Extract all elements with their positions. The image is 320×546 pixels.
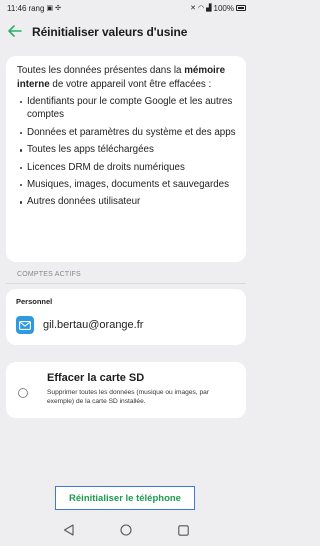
image-notification-icon: ▣ bbox=[46, 4, 54, 12]
reset-phone-button[interactable]: Réinitialiser le téléphone bbox=[55, 486, 195, 510]
status-time: 11:46 bbox=[7, 3, 27, 13]
back-arrow-icon[interactable] bbox=[8, 24, 22, 40]
battery-percent: 100% bbox=[213, 3, 234, 13]
intro-text-1: Toutes les données présentes dans la bbox=[17, 65, 185, 76]
mute-icon: ✕ bbox=[190, 4, 197, 12]
sd-card-text: Effacer la carte SD Supprimer toutes les… bbox=[38, 372, 234, 418]
nav-recent-apps-icon[interactable] bbox=[178, 523, 189, 541]
account-email: gil.bertau@orange.fr bbox=[43, 319, 144, 331]
list-item: Musiques, images, documents et sauvegard… bbox=[17, 178, 236, 191]
section-divider bbox=[6, 283, 246, 284]
wifi-icon: ◠ bbox=[198, 4, 205, 12]
status-bar-left: 11:46 rang ▣ ✣ bbox=[7, 4, 61, 13]
list-item: Données et paramètres du système et des … bbox=[17, 126, 236, 139]
nav-back-icon[interactable] bbox=[63, 523, 74, 541]
intro-text-2: de votre appareil vont être effacées : bbox=[49, 78, 212, 90]
nav-home-icon[interactable] bbox=[120, 523, 132, 541]
email-app-icon bbox=[16, 316, 34, 334]
list-item: Identifiants pour le compte Google et le… bbox=[17, 95, 236, 122]
page-title: Réinitialiser valeurs d'usine bbox=[32, 25, 188, 39]
sync-notification-icon: ✣ bbox=[55, 4, 61, 12]
data-list: Identifiants pour le compte Google et le… bbox=[17, 95, 236, 209]
battery-icon bbox=[236, 5, 246, 11]
status-bar-right: ✕ ◠ ▟ 100% bbox=[190, 4, 246, 13]
list-item: Licences DRM de droits numériques bbox=[17, 161, 236, 174]
warning-intro: Toutes les données présentes dans la mém… bbox=[17, 64, 236, 91]
list-item: Autres données utilisateur bbox=[17, 195, 236, 208]
account-row: gil.bertau@orange.fr bbox=[16, 316, 236, 334]
navigation-bar bbox=[0, 518, 252, 546]
status-bar: 11:46 rang ▣ ✣ ✕ ◠ ▟ 100% bbox=[0, 0, 252, 16]
warning-card: Toutes les données présentes dans la mém… bbox=[6, 56, 246, 262]
list-item: Toutes les apps téléchargées bbox=[17, 143, 236, 156]
sd-card-description: Supprimer toutes les données (musique ou… bbox=[47, 389, 210, 405]
account-type-label: Personnel bbox=[16, 297, 53, 306]
sd-card-title: Effacer la carte SD bbox=[47, 372, 145, 384]
carrier-text: rang bbox=[28, 3, 45, 13]
signal-icon: ▟ bbox=[206, 4, 212, 12]
accounts-section-label: COMPTES ACTIFS bbox=[17, 271, 81, 278]
app-bar: Réinitialiser valeurs d'usine bbox=[0, 18, 252, 46]
sd-card-option[interactable]: Effacer la carte SD Supprimer toutes les… bbox=[6, 362, 246, 418]
sd-card-radio[interactable] bbox=[18, 388, 28, 398]
account-card: Personnel gil.bertau@orange.fr bbox=[6, 289, 246, 345]
